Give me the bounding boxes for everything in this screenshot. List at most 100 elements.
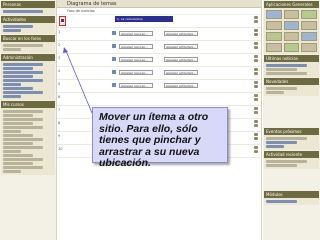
list-item[interactable]	[3, 126, 43, 129]
app-icon[interactable]	[301, 10, 317, 19]
section-controls[interactable]	[254, 55, 259, 63]
list-item[interactable]	[3, 118, 43, 121]
list-item[interactable]	[3, 138, 43, 141]
list-item[interactable]	[3, 162, 33, 165]
list-item[interactable]	[3, 110, 43, 113]
list-item[interactable]	[3, 63, 43, 66]
app-icon[interactable]	[301, 43, 317, 52]
list-item[interactable]	[3, 75, 33, 78]
section-number: 5	[58, 82, 61, 86]
list-item[interactable]	[266, 141, 297, 144]
section-number: 2	[58, 43, 61, 47]
block-title: Buscar en los foros	[1, 35, 55, 42]
list-item[interactable]	[3, 87, 33, 90]
list-item[interactable]	[3, 154, 33, 157]
app-icon[interactable]	[283, 10, 300, 19]
list-item[interactable]	[3, 134, 33, 137]
list-item[interactable]	[3, 130, 21, 133]
news-forum-link[interactable]: Foro de noticias	[57, 8, 261, 15]
block-personas: Personas	[1, 1, 55, 15]
section-controls[interactable]	[254, 16, 259, 24]
list-item[interactable]	[3, 83, 21, 86]
app-icon[interactable]	[301, 21, 317, 30]
topic-section: 1. La calculadora	[57, 15, 261, 28]
block-title: Administración	[1, 54, 55, 61]
topic-section: 1 Agregar recurso... Agregar actividad..…	[57, 28, 261, 41]
list-item[interactable]	[3, 166, 43, 169]
block-aplicaciones: Aplicaciones Generales	[264, 1, 319, 54]
app-icon[interactable]	[266, 10, 282, 19]
add-activity-select[interactable]: Agregar actividad...	[164, 31, 198, 36]
section-controls[interactable]	[254, 94, 259, 102]
page-title: Diagrama de temas	[57, 0, 261, 8]
section-controls[interactable]	[254, 146, 259, 154]
callout-text: Mover un ítema a otro sitio. Para ello, …	[99, 111, 209, 169]
section-number: 10	[58, 147, 63, 151]
section-controls[interactable]	[254, 29, 259, 37]
list-item[interactable]	[3, 122, 33, 125]
add-resource-select[interactable]: Agregar recurso...	[119, 57, 153, 62]
add-activity-select[interactable]: Agregar actividad...	[164, 70, 198, 75]
block-ultimas-noticias: Últimas noticias	[264, 55, 319, 77]
section-controls[interactable]	[254, 42, 259, 50]
topic-section: 5 Agregar recurso... Agregar actividad..…	[57, 80, 261, 93]
list-item[interactable]	[266, 145, 284, 148]
search-input[interactable]	[3, 44, 43, 47]
list-item[interactable]	[3, 95, 21, 98]
section-number: 6	[58, 95, 61, 99]
list-item[interactable]	[3, 142, 33, 145]
topic-section: 2 Agregar recurso... Agregar actividad..…	[57, 41, 261, 54]
list-item	[266, 164, 297, 167]
list-item	[266, 87, 297, 90]
list-item[interactable]	[3, 10, 43, 13]
block-title: Mis cursos	[1, 101, 55, 108]
list-item[interactable]	[3, 67, 33, 70]
block-title: Últimas noticias	[264, 55, 319, 62]
highlighted-resource[interactable]: 1. La calculadora	[115, 16, 173, 22]
app-icon[interactable]	[301, 32, 317, 41]
list-item[interactable]	[3, 170, 21, 173]
add-resource-select[interactable]: Agregar recurso...	[119, 31, 153, 36]
app-icon[interactable]	[266, 32, 282, 41]
list-item[interactable]	[266, 64, 307, 67]
list-item[interactable]	[266, 200, 297, 203]
add-resource-select[interactable]: Agregar recurso...	[119, 83, 153, 88]
list-item[interactable]	[3, 71, 43, 74]
section-number: 8	[58, 121, 61, 125]
list-item[interactable]	[3, 91, 43, 94]
section-controls[interactable]	[254, 133, 259, 141]
list-item[interactable]	[3, 146, 43, 149]
section-controls[interactable]	[254, 120, 259, 128]
app-icon[interactable]	[266, 43, 282, 52]
list-item[interactable]	[3, 29, 21, 32]
app-icon[interactable]	[283, 21, 300, 30]
app-icon[interactable]	[283, 32, 300, 41]
section-controls[interactable]	[254, 81, 259, 89]
block-title: Aplicaciones Generales	[264, 1, 319, 8]
block-title: Actividad reciente	[264, 151, 319, 158]
add-resource-select[interactable]: Agregar recurso...	[119, 44, 153, 49]
topic-section: 4 Agregar recurso... Agregar actividad..…	[57, 67, 261, 80]
section-number: 4	[58, 69, 61, 73]
topic-section: 3 Agregar recurso... Agregar actividad..…	[57, 54, 261, 67]
section-controls[interactable]	[254, 107, 259, 115]
list-item	[266, 137, 307, 140]
list-item[interactable]	[3, 150, 21, 153]
add-activity-select[interactable]: Agregar actividad...	[164, 44, 198, 49]
add-icon	[112, 83, 116, 87]
left-sidebar: Personas Actividades Buscar en los foros…	[0, 0, 56, 240]
add-activity-select[interactable]: Agregar actividad...	[164, 57, 198, 62]
list-item[interactable]	[3, 114, 33, 117]
search-button[interactable]	[3, 48, 21, 51]
move-handle-icon[interactable]	[59, 16, 66, 26]
list-item[interactable]	[3, 79, 43, 82]
app-icon[interactable]	[266, 21, 282, 30]
section-controls[interactable]	[254, 68, 259, 76]
add-resource-select[interactable]: Agregar recurso...	[119, 70, 153, 75]
list-item	[266, 68, 297, 71]
list-item[interactable]	[3, 25, 33, 28]
list-item[interactable]	[3, 158, 43, 161]
instruction-callout: Mover un ítema a otro sitio. Para ello, …	[92, 107, 228, 169]
add-activity-select[interactable]: Agregar actividad...	[164, 83, 198, 88]
app-icon[interactable]	[283, 43, 300, 52]
